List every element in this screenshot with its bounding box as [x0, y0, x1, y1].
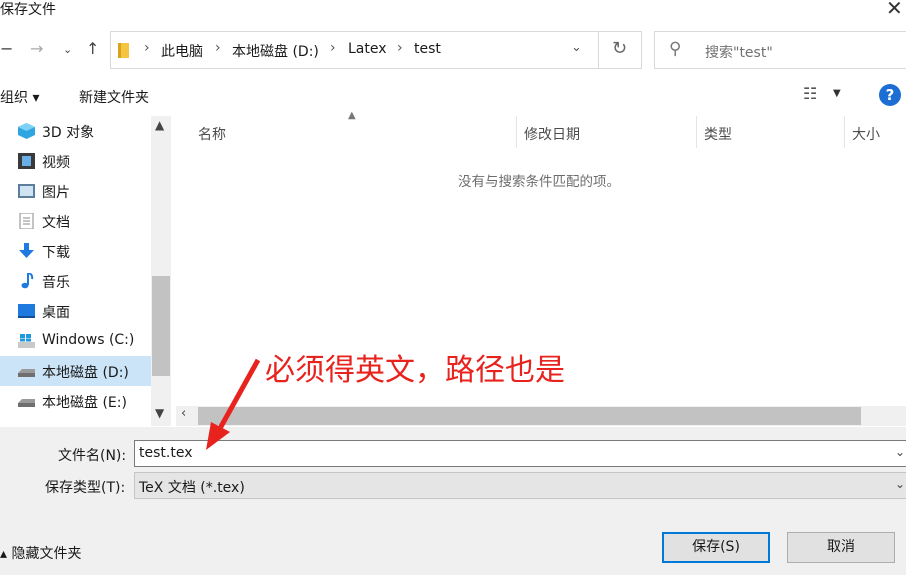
annotation-text: 必须得英文，路径也是: [265, 353, 565, 388]
annotation-arrow: [206, 358, 261, 450]
